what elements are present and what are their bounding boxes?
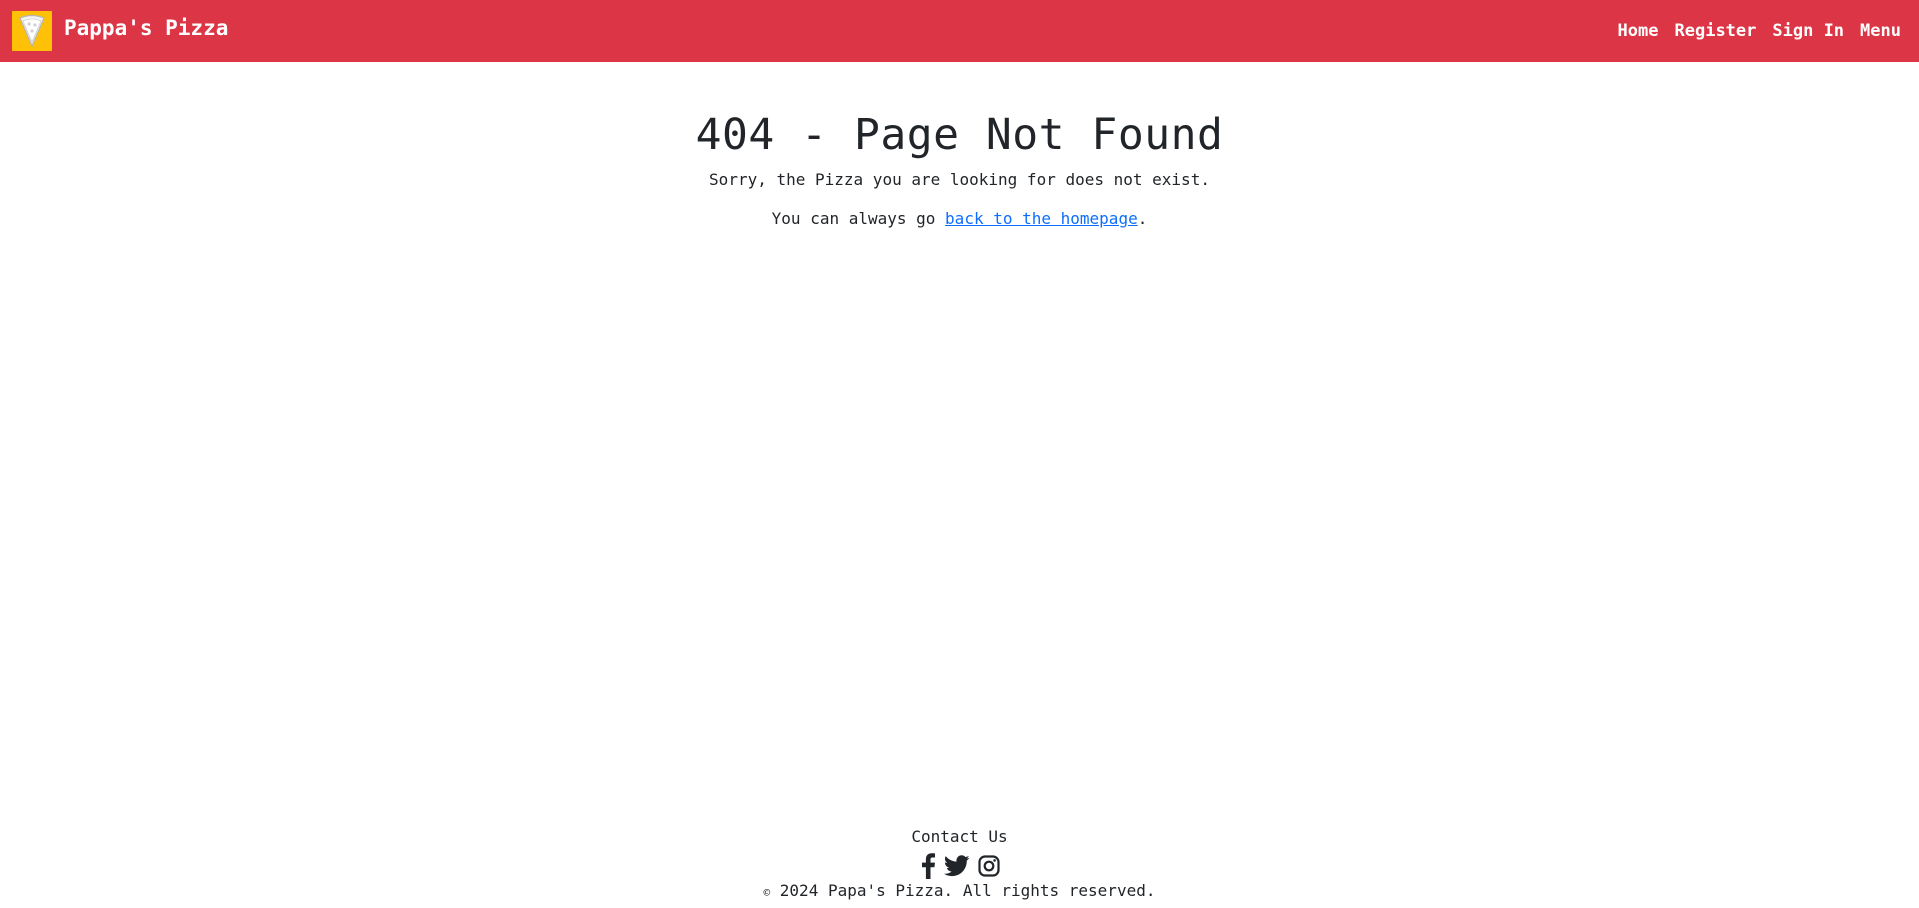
pizza-slice-icon [12, 11, 52, 51]
error-message: Sorry, the Pizza you are looking for doe… [709, 169, 1210, 189]
nav-menu[interactable]: Menu [1860, 21, 1901, 41]
social-links [0, 851, 1919, 881]
nav-links: Home Register Sign In Menu [1602, 21, 1901, 41]
copyright: © 2024 Papa's Pizza. All rights reserved… [0, 881, 1919, 903]
copyright-text: 2024 Papa's Pizza. All rights reserved. [770, 881, 1156, 900]
navbar: Pappa's Pizza Home Register Sign In Menu [0, 0, 1919, 62]
main-content: 404 - Page Not Found Sorry, the Pizza yo… [0, 62, 1919, 231]
homepage-hint: You can always go back to the homepage. [0, 207, 1919, 231]
twitter-icon[interactable] [943, 855, 970, 877]
brand-link[interactable]: Pappa's Pizza [12, 11, 228, 51]
facebook-icon[interactable] [920, 853, 936, 879]
nav-register[interactable]: Register [1675, 21, 1757, 41]
page-title: 404 - Page Not Found [695, 110, 1224, 160]
instagram-icon[interactable] [977, 855, 1000, 877]
back-to-homepage-link[interactable]: back to the homepage [945, 209, 1138, 228]
footer: Contact Us © 2024 Papa's Pizza. All righ… [0, 825, 1919, 903]
homepage-suffix: . [1137, 208, 1148, 228]
brand-name: Pappa's Pizza [64, 16, 229, 40]
contact-title: Contact Us [911, 827, 1008, 846]
nav-home[interactable]: Home [1618, 21, 1659, 41]
nav-sign-in[interactable]: Sign In [1772, 21, 1844, 41]
homepage-prefix: You can always go [771, 208, 946, 228]
